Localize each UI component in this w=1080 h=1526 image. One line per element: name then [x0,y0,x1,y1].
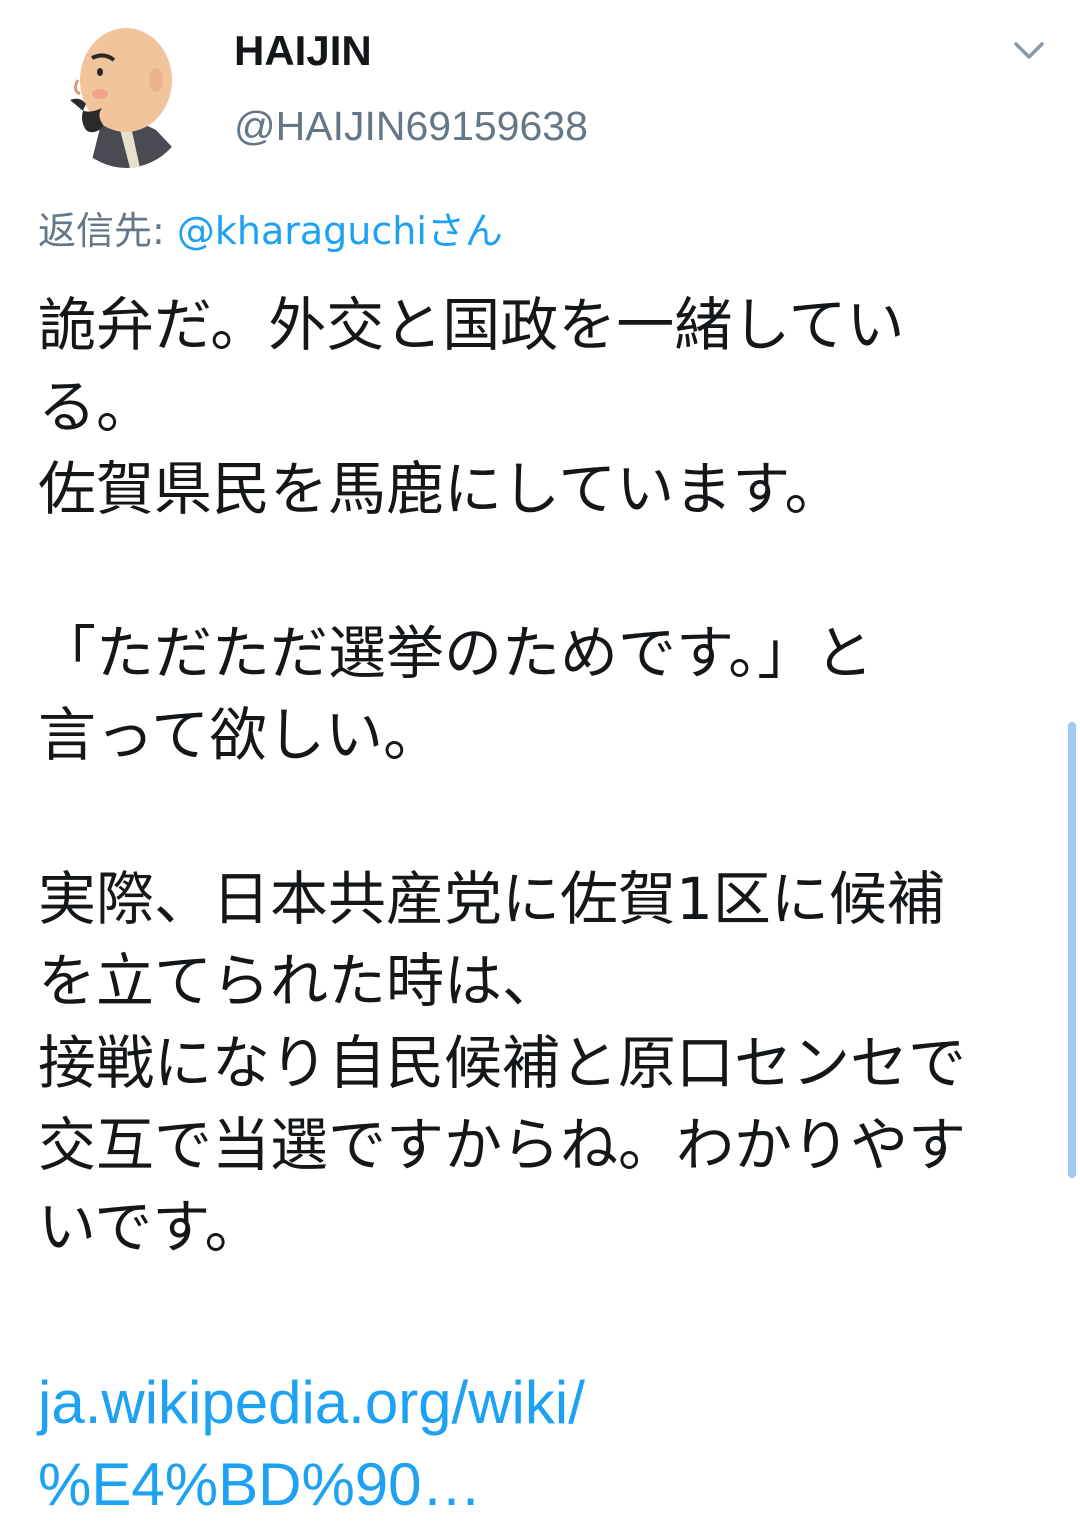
author-display-name[interactable]: HAIJIN [234,26,372,76]
tweet-line: る。 [38,373,155,441]
reply-to-mention[interactable]: @kharaguchiさん [177,209,503,253]
tweet-line: 実際、日本共産党に佐賀1区に候補 [38,865,945,933]
tweet-line: いです。 [38,1193,263,1261]
tweet-link[interactable]: ja.wikipedia.org/wiki/ %E4%BD%90… [38,1362,1058,1526]
tweet-line: 交互で当選ですからね。わかりやす [38,1111,967,1179]
reply-to-mention-suffix[interactable]: さん [427,209,503,253]
scrollbar[interactable] [1068,722,1076,1178]
tweet-line: 接戦になり自民候補と原口センセで [38,1029,967,1097]
tweet: HAIJIN @HAIJIN69159638 返信先: @kharaguchiさ… [0,0,1080,1518]
avatar[interactable] [60,18,192,168]
author-handle[interactable]: @HAIJIN69159638 [234,101,588,151]
tweet-link-line[interactable]: %E4%BD%90… [38,1444,1058,1526]
tweet-link-line[interactable]: ja.wikipedia.org/wiki/ [38,1362,1058,1444]
reply-to-mention-handle[interactable]: @kharaguchi [177,209,427,253]
tweet-line: 「ただただ選挙のためです。」と [38,619,874,687]
tweet-line: を立てられた時は、 [38,947,561,1015]
chevron-down-icon[interactable] [1006,32,1052,68]
reply-to-prefix: 返信先: [38,209,177,253]
tweet-line: 言って欲しい。 [38,701,442,769]
reply-to-line: 返信先: @kharaguchiさん [38,205,503,257]
tweet-line: 佐賀県民を馬鹿にしています。 [38,455,843,523]
tweet-line: 詭弁だ。外交と国政を一緒してい [38,291,905,359]
tweet-text: 詭弁だ。外交と国政を一緒してい る。 佐賀県民を馬鹿にしています。 「ただただ選… [38,284,1058,1268]
